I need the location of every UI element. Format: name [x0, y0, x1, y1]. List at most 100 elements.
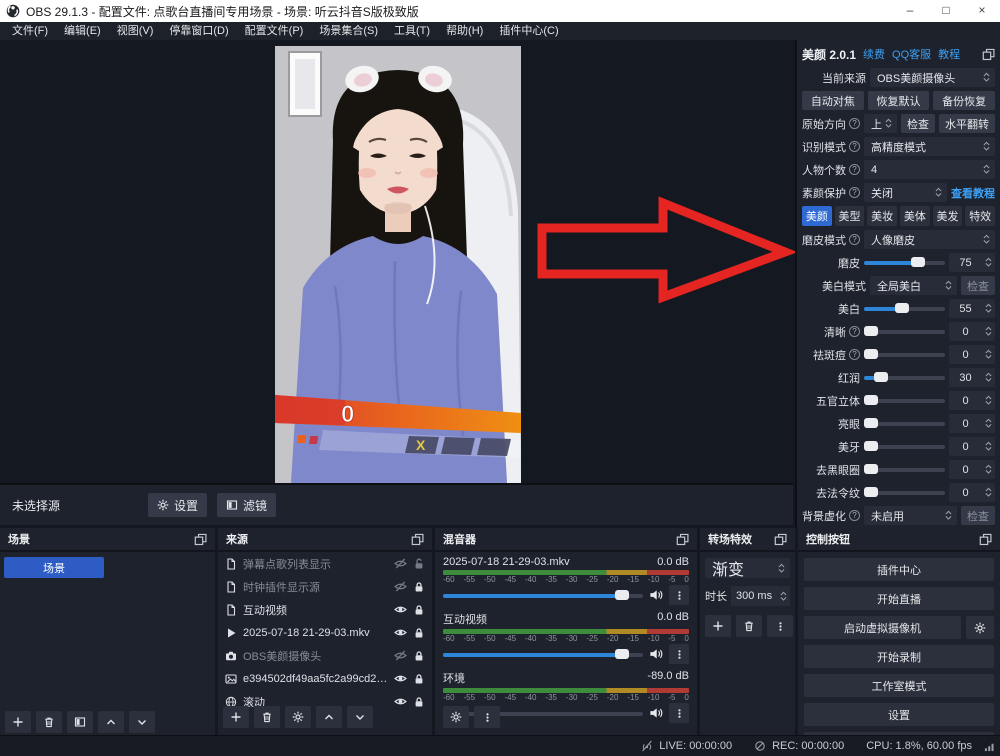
studio-mode-button[interactable]: 工作室模式 [804, 674, 994, 697]
clarity-spinbox[interactable]: 0 [949, 322, 995, 341]
blemish-slider[interactable] [864, 345, 945, 364]
clarity-slider[interactable] [864, 322, 945, 341]
smooth-slider[interactable] [864, 253, 945, 272]
tab-beauty[interactable]: 美颜 [802, 206, 832, 226]
qq-support-link[interactable]: QQ客服 [892, 46, 931, 62]
source-properties-button[interactable] [285, 706, 311, 728]
eye-icon[interactable] [394, 672, 407, 685]
lock-open-icon[interactable] [413, 558, 425, 570]
channel-menu-button[interactable] [669, 703, 689, 723]
popout-icon[interactable] [774, 533, 787, 546]
volume-slider[interactable] [443, 645, 643, 664]
source-row[interactable]: OBS美颜摄像头 [218, 644, 432, 667]
rosy-spinbox[interactable]: 30 [949, 368, 995, 387]
smooth-spinbox[interactable]: 75 [949, 253, 995, 272]
menu-file[interactable]: 文件(F) [4, 22, 56, 40]
face3d-slider[interactable] [864, 391, 945, 410]
view-tutorial-link[interactable]: 查看教程 [951, 185, 995, 201]
popout-icon[interactable] [194, 533, 207, 546]
start-virtual-camera-button[interactable]: 启动虚拟摄像机 [804, 616, 961, 639]
tab-effects[interactable]: 特效 [965, 206, 995, 226]
help-icon[interactable]: ? [849, 118, 860, 129]
scene-up-button[interactable] [98, 711, 124, 733]
maximize-button[interactable]: □ [928, 0, 964, 22]
lock-icon[interactable] [413, 673, 425, 685]
blemish-spinbox[interactable]: 0 [949, 345, 995, 364]
help-icon[interactable]: ? [849, 326, 860, 337]
virtual-camera-settings-button[interactable] [966, 616, 994, 639]
advanced-audio-button[interactable] [443, 706, 469, 728]
source-row[interactable]: 2025-07-18 21-29-03.mkv [218, 621, 432, 644]
properties-button[interactable]: 设置 [148, 493, 207, 517]
duration-stepper[interactable]: 300 ms [731, 586, 790, 606]
speaker-icon[interactable] [649, 588, 663, 602]
face3d-spinbox[interactable]: 0 [949, 391, 995, 410]
minimize-button[interactable]: – [892, 0, 928, 22]
current-source-select[interactable]: OBS美颜摄像头 [870, 68, 995, 87]
channel-menu-button[interactable] [669, 585, 689, 605]
teeth-spinbox[interactable]: 0 [949, 437, 995, 456]
speaker-icon[interactable] [649, 647, 663, 661]
menu-scene-collection[interactable]: 场景集合(S) [311, 22, 386, 40]
help-icon[interactable]: ? [849, 234, 860, 245]
add-scene-button[interactable] [5, 711, 31, 733]
eye-icon[interactable] [394, 626, 407, 639]
help-icon[interactable]: ? [849, 164, 860, 175]
scene-filters-button[interactable] [67, 711, 93, 733]
transition-select[interactable]: 渐变 [705, 558, 790, 578]
menu-view[interactable]: 视图(V) [109, 22, 162, 40]
close-button[interactable]: × [964, 0, 1000, 22]
menu-tools[interactable]: 工具(T) [386, 22, 438, 40]
lock-icon[interactable] [413, 696, 425, 708]
lock-icon[interactable] [413, 581, 425, 593]
eye-off-icon[interactable] [394, 557, 407, 570]
tab-reshape[interactable]: 美型 [835, 206, 865, 226]
settings-button[interactable]: 设置 [804, 703, 994, 726]
eye-icon[interactable] [394, 603, 407, 616]
filters-button[interactable]: 滤镜 [217, 493, 276, 517]
rosy-slider[interactable] [864, 368, 945, 387]
popout-icon[interactable] [982, 48, 995, 61]
lock-icon[interactable] [413, 604, 425, 616]
volume-slider[interactable] [443, 586, 643, 605]
recognition-select[interactable]: 高精度模式 [864, 137, 995, 156]
menu-profile[interactable]: 配置文件(P) [237, 22, 312, 40]
bg-blur-check-button[interactable]: 检查 [961, 506, 995, 525]
start-recording-button[interactable]: 开始录制 [804, 645, 994, 668]
horizontal-flip-button[interactable]: 水平翻转 [939, 114, 995, 133]
remove-transition-button[interactable] [736, 615, 762, 637]
source-row[interactable]: 时钟插件显示源 [218, 575, 432, 598]
scene-list-item[interactable]: 场景 [4, 557, 104, 578]
source-row[interactable]: 互动视频 [218, 598, 432, 621]
brighteyes-spinbox[interactable]: 0 [949, 414, 995, 433]
mixer-menu-button[interactable] [474, 706, 500, 728]
lock-icon[interactable] [413, 627, 425, 639]
help-icon[interactable]: ? [849, 187, 860, 198]
orientation-select[interactable]: 上 [864, 114, 897, 133]
remove-scene-button[interactable] [36, 711, 62, 733]
restore-default-button[interactable]: 恢复默认 [868, 91, 930, 110]
eye-icon[interactable] [394, 695, 407, 708]
source-up-button[interactable] [316, 706, 342, 728]
eye-off-icon[interactable] [394, 580, 407, 593]
person-count-stepper[interactable]: 4 [864, 160, 995, 179]
popout-icon[interactable] [676, 533, 689, 546]
menu-plugin-center[interactable]: 插件中心(C) [491, 22, 566, 40]
backup-restore-button[interactable]: 备份恢复 [933, 91, 995, 110]
eye-off-icon[interactable] [394, 649, 407, 662]
lock-icon[interactable] [413, 650, 425, 662]
source-down-button[interactable] [347, 706, 373, 728]
nasolabial-slider[interactable] [864, 483, 945, 502]
whiten-spinbox[interactable]: 55 [949, 299, 995, 318]
bg-blur-select[interactable]: 未启用 [864, 506, 957, 525]
plugin-center-button[interactable]: 插件中心 [804, 558, 994, 581]
scene-down-button[interactable] [129, 711, 155, 733]
smooth-mode-select[interactable]: 人像磨皮 [864, 230, 995, 249]
channel-menu-button[interactable] [669, 644, 689, 664]
help-icon[interactable]: ? [849, 349, 860, 360]
whiten-slider[interactable] [864, 299, 945, 318]
nasolabial-spinbox[interactable]: 0 [949, 483, 995, 502]
source-row[interactable]: e394502df49aa5fc2a99cd2e7c [218, 667, 432, 690]
teeth-slider[interactable] [864, 437, 945, 456]
menu-edit[interactable]: 编辑(E) [56, 22, 109, 40]
